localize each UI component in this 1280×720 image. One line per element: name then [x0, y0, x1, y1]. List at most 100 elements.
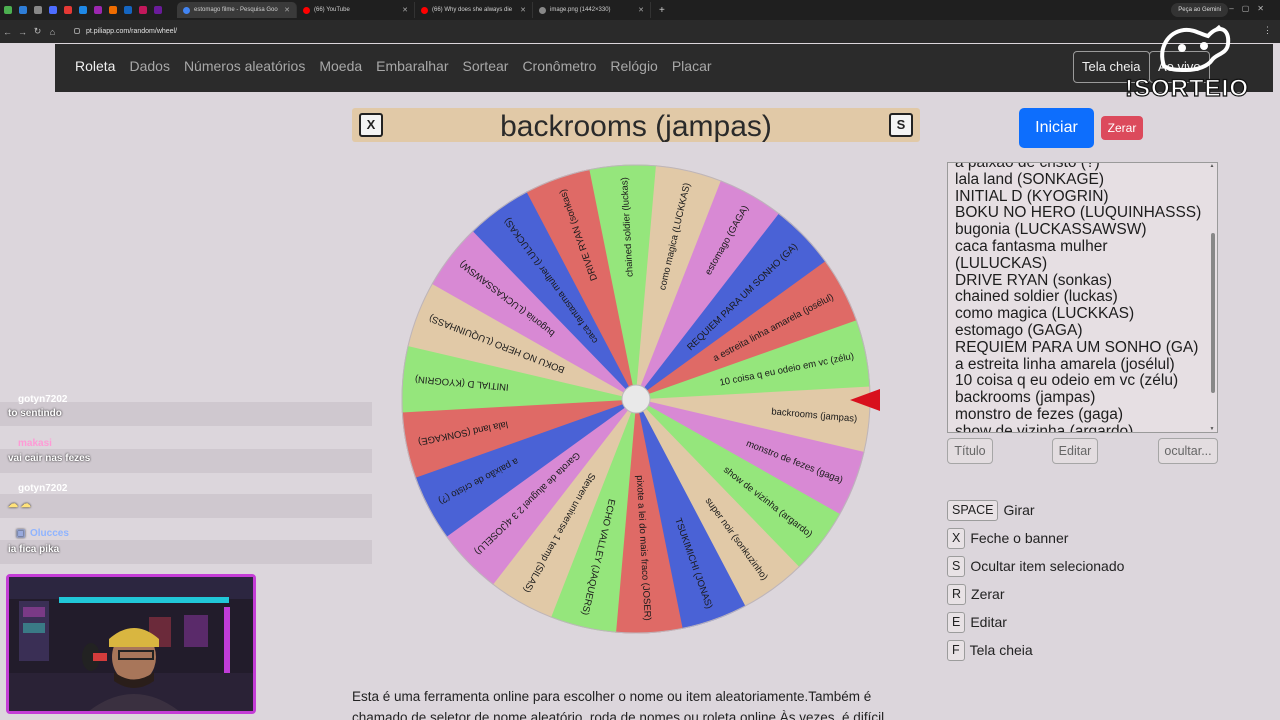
chat-username: gotyn7202 — [18, 394, 68, 405]
pinned-tab[interactable] — [75, 0, 90, 20]
chat-message: ia fica pika — [8, 544, 60, 555]
image-icon — [539, 6, 546, 14]
chat-row: gotyn7202 to sentindo — [0, 394, 372, 426]
pinned-tab[interactable] — [135, 0, 150, 20]
browser-tab-bar: estomago filme - Pesquisa Goo ✕ (66) You… — [0, 0, 1280, 20]
hide-selected-button[interactable]: S — [889, 113, 913, 137]
nav-link-roleta[interactable]: Roleta — [75, 58, 115, 74]
close-tab-icon[interactable]: ✕ — [632, 6, 644, 14]
webcam-overlay — [6, 574, 256, 714]
shortcut-key: F — [947, 639, 965, 661]
wheel-hub[interactable] — [621, 384, 651, 414]
nav-link-moeda[interactable]: Moeda — [319, 58, 362, 74]
entry-line: backrooms (jampas) — [955, 389, 1096, 407]
nav-link-embaralhar[interactable]: Embaralhar — [376, 58, 448, 74]
nav-link-dados[interactable]: Dados — [129, 58, 169, 74]
entry-line: 10 coisa q eu odeio em vc (zélu) — [955, 372, 1179, 390]
close-tab-icon[interactable]: ✕ — [396, 6, 408, 14]
browser-tab[interactable]: image.png (1442×330) ✕ — [533, 2, 651, 18]
entry-line: como magica (LUCKKAS) — [955, 305, 1135, 323]
shortcut-row: R Zerar — [947, 580, 1124, 608]
banner-title: backrooms (jampas) — [500, 110, 772, 143]
wheel-svg[interactable]: backrooms (jampas)monstro de fezes (gaga… — [400, 163, 872, 635]
pinned-tab[interactable] — [60, 0, 75, 20]
shortcut-key: R — [947, 583, 967, 605]
shortcut-row: E Editar — [947, 608, 1124, 636]
shortcut-key: E — [947, 611, 966, 633]
reset-button[interactable]: Zerar — [1101, 116, 1143, 140]
youtube-icon — [421, 6, 428, 14]
entry-line: a estreita linha amarela (josélul) — [955, 355, 1175, 373]
pinned-tab[interactable] — [15, 0, 30, 20]
browser-tab[interactable]: (66) Why does she always die ✕ — [415, 2, 533, 18]
url-field[interactable]: pt.piliapp.com/random/wheel/ — [74, 28, 177, 35]
shortcut-row: F Tela cheia — [947, 636, 1124, 664]
browser-menu-icon[interactable]: ⋮ — [1263, 25, 1272, 36]
close-tab-icon[interactable]: ✕ — [514, 6, 526, 14]
forward-icon[interactable]: → — [15, 27, 30, 37]
entries-scrollbar[interactable] — [1211, 233, 1215, 393]
wheel[interactable]: backrooms (jampas) monstro de fezes (gaga… — [400, 163, 872, 635]
browser-tab[interactable]: estomago filme - Pesquisa Goo ✕ — [177, 2, 297, 18]
browser-tab[interactable]: (66) YouTube ✕ — [297, 2, 415, 18]
chat-username: gotyn7202 — [18, 483, 68, 494]
pinned-tab[interactable] — [105, 0, 120, 20]
nav-link-sortear[interactable]: Sortear — [463, 58, 509, 74]
shortcut-key: X — [947, 527, 966, 549]
start-button[interactable]: Iniciar — [1019, 108, 1094, 148]
close-banner-button[interactable]: X — [359, 113, 383, 137]
reload-icon[interactable]: ↻ — [30, 26, 45, 37]
pinned-tab[interactable] — [90, 0, 105, 20]
entry-line: (LULUCKAS) — [955, 254, 1048, 272]
shortcut-label: Girar — [1003, 502, 1035, 518]
home-icon[interactable]: ⌂ — [45, 27, 60, 37]
close-tab-icon[interactable]: ✕ — [278, 6, 290, 14]
shortcut-key: S — [947, 555, 966, 577]
entry-line: monstro de fezes (gaga) — [955, 405, 1124, 423]
title-button[interactable]: Título — [947, 438, 993, 464]
pinned-tab[interactable] — [30, 0, 45, 20]
scroll-up-icon[interactable]: ▲ — [1208, 163, 1216, 169]
controller-icon: !SORTEIO — [1124, 24, 1249, 103]
chat-username: makasi — [18, 438, 52, 449]
chat-message: vai cair nas fezes — [8, 453, 91, 464]
shortcut-label: Zerar — [971, 586, 1005, 602]
pinned-tab[interactable] — [0, 0, 15, 20]
nav-link-relogio[interactable]: Relógio — [610, 58, 657, 74]
nav-link-cronometro[interactable]: Cronômetro — [522, 58, 596, 74]
back-icon[interactable]: ← — [0, 27, 15, 37]
wheel-pointer-icon — [850, 389, 880, 411]
shortcut-label: Editar — [970, 614, 1007, 630]
result-banner: backrooms (jampas) X S — [352, 108, 920, 143]
new-tab-button[interactable]: + — [659, 5, 665, 16]
entry-line: bugonia (LUCKASSAWSW) — [955, 221, 1147, 239]
entry-line: BOKU NO HERO (LUQUINHASSS) — [955, 204, 1202, 222]
entry-line: DRIVE RYAN (sonkas) — [955, 271, 1113, 289]
hide-button[interactable]: ocultar... — [1158, 438, 1218, 464]
nav-link-placar[interactable]: Placar — [672, 58, 712, 74]
entry-line: estomago (GAGA) — [955, 321, 1083, 339]
window-controls[interactable]: –▢✕ — [1229, 4, 1272, 13]
chat-message: to sentindo — [8, 408, 62, 419]
shortcut-label: Ocultar item selecionado — [970, 558, 1125, 574]
edit-button[interactable]: Editar — [1052, 438, 1098, 464]
sorteio-logo: !SORTEIO — [1112, 14, 1262, 104]
emote-icon: ☁ ☁ — [8, 499, 31, 510]
scroll-down-icon[interactable]: ▼ — [1208, 426, 1216, 432]
keyboard-shortcuts: SPACE Girar X Feche o banner S Ocultar item s… — [947, 496, 1124, 664]
entries-list: a paixão de cristo (?) lala land (SONKAGE… — [955, 163, 1207, 432]
pinned-tab[interactable] — [45, 0, 60, 20]
entries-textarea[interactable]: a paixão de cristo (?) lala land (SONKAGE… — [947, 162, 1218, 433]
chat-row: Olucces ▣ ia fica pika — [0, 528, 372, 564]
shortcut-label: Tela cheia — [969, 642, 1033, 658]
entry-line: chained soldier (luckas) — [955, 288, 1118, 306]
youtube-icon — [303, 6, 310, 14]
shortcut-key: SPACE — [947, 499, 999, 521]
site-info-icon[interactable] — [74, 28, 80, 34]
nav-link-numeros[interactable]: Números aleatórios — [184, 58, 305, 74]
google-icon — [183, 6, 190, 14]
pinned-tab[interactable] — [150, 0, 165, 20]
nav-links: Roleta Dados Números aleatórios Moeda Em… — [75, 58, 712, 74]
shortcut-label: Feche o banner — [970, 530, 1069, 546]
pinned-tab[interactable] — [120, 0, 135, 20]
